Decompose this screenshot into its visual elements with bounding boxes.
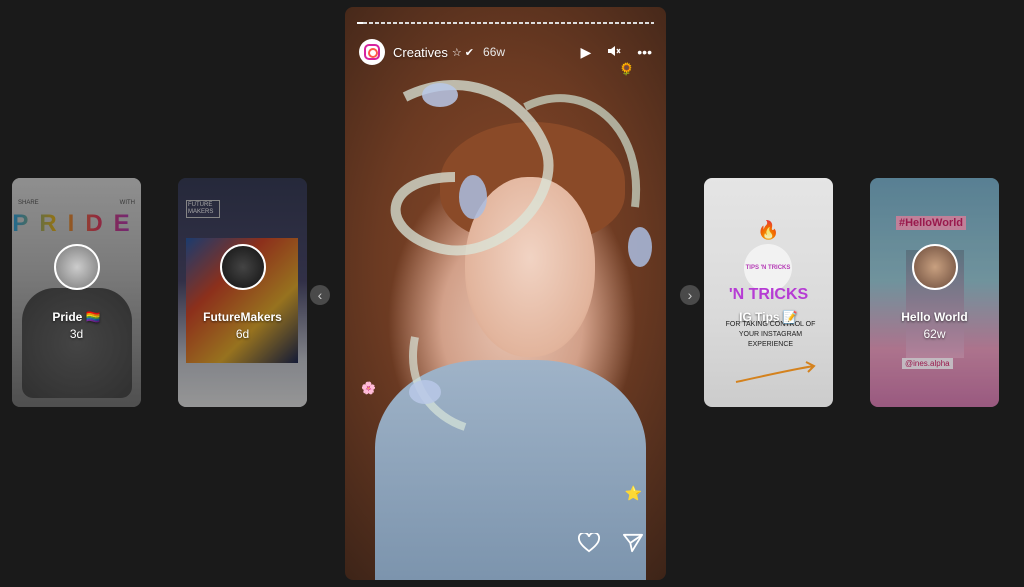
story-card-futuremakers[interactable]: FUTURE MAKERS FutureMakers 6d <box>178 178 307 407</box>
account-avatar[interactable] <box>359 39 385 65</box>
like-icon[interactable] <box>578 531 600 558</box>
avatar <box>911 244 958 290</box>
instagram-logo-icon <box>364 44 380 60</box>
verified-icon: ✔ <box>464 46 475 59</box>
play-icon[interactable]: ▶ <box>581 44 592 61</box>
story-progress-fill <box>357 22 363 24</box>
star-icon: ☆ <box>451 46 462 59</box>
flower-vine-overlay <box>390 80 652 431</box>
mute-icon[interactable] <box>607 44 621 61</box>
sun-sticker-icon: 🌻 <box>619 62 634 76</box>
story-time: 66w <box>483 45 506 59</box>
story-header: Creatives ☆ ✔ 66w ▶ ••• <box>359 37 652 67</box>
story-time: 6d <box>235 327 250 341</box>
story-time: 3d <box>69 327 84 341</box>
active-story[interactable]: Creatives ☆ ✔ 66w ▶ ••• 🌻 🌸 ⭐ <box>345 7 666 580</box>
more-options-icon[interactable]: ••• <box>637 44 652 60</box>
story-card-hello-world[interactable]: #HelloWorld @ines.alpha Hello World 62w <box>870 178 999 407</box>
flower-sticker-icon: 🌸 <box>361 381 376 395</box>
avatar <box>219 244 266 290</box>
story-time: 62w <box>923 327 946 341</box>
story-name: FutureMakers <box>203 310 282 324</box>
share-icon[interactable] <box>622 533 644 558</box>
avatar <box>53 244 100 290</box>
previous-story-button[interactable]: ‹ <box>310 285 330 305</box>
star-sticker-icon: ⭐ <box>624 485 642 501</box>
next-story-button[interactable]: › <box>680 285 700 305</box>
story-progress-bar <box>357 22 654 24</box>
account-name[interactable]: Creatives <box>393 45 448 60</box>
story-card-ig-tips[interactable]: 🔥 TIPS 'N TRICKS 'N TRICKS FOR TAKING CO… <box>704 178 833 407</box>
story-name: Pride 🏳️‍🌈 <box>52 310 101 324</box>
story-card-pride[interactable]: SHARE WITH PRIDE Pride 🏳️‍🌈 3d <box>12 178 141 407</box>
story-name: Hello World <box>901 310 968 324</box>
story-name: IG Tips 📝 <box>739 310 798 324</box>
